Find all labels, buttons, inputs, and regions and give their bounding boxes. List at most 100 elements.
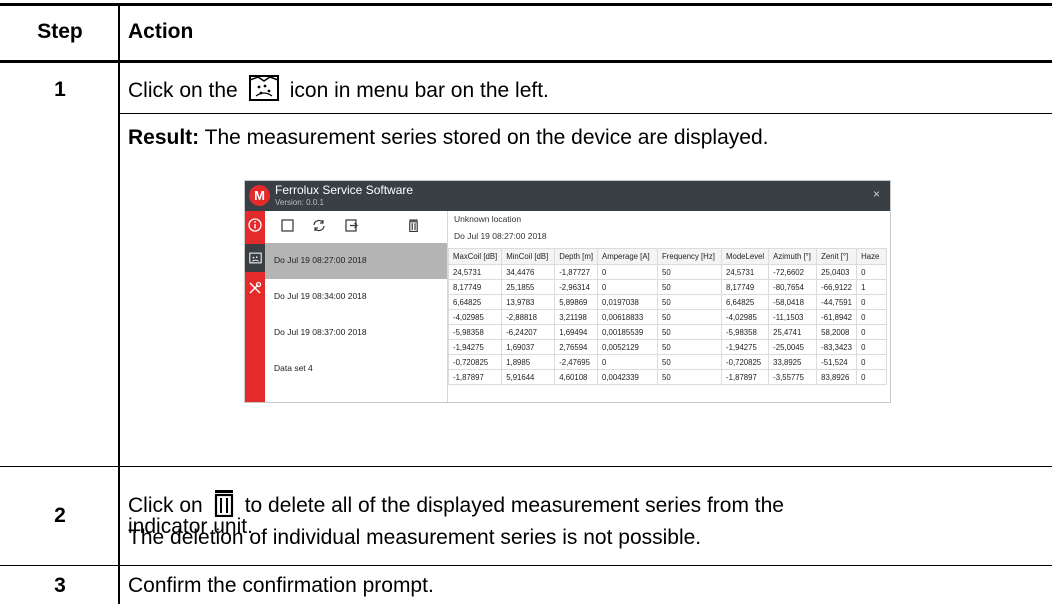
column-header[interactable]: ModeLevel bbox=[721, 248, 770, 265]
table-cell: 50 bbox=[657, 279, 723, 295]
result-text: The measurement series stored on the dev… bbox=[204, 126, 769, 149]
table-cell: 0 bbox=[597, 279, 659, 295]
column-header[interactable]: MinCoil [dB] bbox=[501, 248, 556, 265]
column-header[interactable]: Azimuth [°] bbox=[768, 248, 818, 265]
app-title: Ferrolux Service Software bbox=[275, 183, 414, 197]
nav-measurement-series[interactable] bbox=[245, 244, 265, 272]
table-cell: -1,94275 bbox=[447, 339, 503, 355]
table-cell: -44,7591 bbox=[816, 294, 858, 310]
table-cell: -0,720825 bbox=[447, 354, 503, 370]
table-cell: 0 bbox=[856, 294, 888, 310]
nav-info[interactable] bbox=[245, 211, 265, 239]
table-cell: -2,47695 bbox=[554, 354, 599, 370]
column-header[interactable]: Zenit [°] bbox=[816, 248, 858, 265]
table-cell: 5,89869 bbox=[554, 294, 599, 310]
column-header[interactable]: Frequency [Hz] bbox=[657, 248, 723, 265]
table-row[interactable]: -0,720825 1,8985 -2,47695 0 50 -0,720825 33,89… bbox=[447, 354, 888, 370]
dataset-item[interactable]: Data set 4 bbox=[265, 351, 447, 387]
refresh-icon[interactable] bbox=[312, 219, 326, 232]
table-cell: -0,720825 bbox=[721, 354, 770, 370]
table-cell: 0 bbox=[856, 369, 888, 385]
table-cell: 0,0042339 bbox=[597, 369, 659, 385]
export-icon[interactable] bbox=[345, 219, 358, 232]
table-cell: 4,60108 bbox=[554, 369, 599, 385]
table-cell: -2,88818 bbox=[501, 309, 556, 325]
column-header[interactable]: MaxCoil [dB] bbox=[447, 248, 503, 265]
table-row[interactable]: 8,17749 25,1855 -2,96314 0 50 8,17749 -80,7654… bbox=[447, 279, 888, 295]
close-button[interactable]: × bbox=[873, 187, 880, 201]
column-header[interactable]: Amperage [A] bbox=[597, 248, 659, 265]
app-nav-bar bbox=[245, 211, 265, 402]
step-2-text-after: to delete all of the displayed measureme… bbox=[244, 494, 784, 518]
step-1-text-before: Click on the bbox=[128, 79, 238, 103]
table-cell: 50 bbox=[657, 354, 723, 370]
table-cell: 50 bbox=[657, 294, 723, 310]
table-cell: 8,17749 bbox=[447, 279, 503, 295]
checkbox-icon[interactable] bbox=[281, 219, 294, 232]
table-cell: 83,8926 bbox=[816, 369, 858, 385]
header-bottom-border bbox=[0, 60, 1052, 63]
table-cell: 58,2008 bbox=[816, 324, 858, 340]
table-cell: 34,4476 bbox=[501, 264, 556, 280]
table-cell: -72,6602 bbox=[768, 264, 818, 280]
table-cell: -1,87727 bbox=[554, 264, 599, 280]
table-row[interactable]: -1,94275 1,69037 2,76594 0,0052129 50 -1,9427… bbox=[447, 339, 888, 355]
table-cell: 5,91644 bbox=[501, 369, 556, 385]
table-row[interactable]: 6,64825 13,9783 5,89869 0,0197038 50 6,64825-… bbox=[447, 294, 888, 310]
table-cell: -25,0045 bbox=[768, 339, 818, 355]
step1-bottom-border bbox=[0, 466, 1052, 467]
table-cell: -1,87897 bbox=[721, 369, 770, 385]
table-cell: 1,69494 bbox=[554, 324, 599, 340]
table-cell: 25,1855 bbox=[501, 279, 556, 295]
table-cell: 0 bbox=[856, 324, 888, 340]
dataset-label: Data set 4 bbox=[274, 363, 313, 373]
table-cell: 50 bbox=[657, 339, 723, 355]
table-cell: -5,98358 bbox=[721, 324, 770, 340]
table-cell: -58,0418 bbox=[768, 294, 818, 310]
dataset-item[interactable]: Do Jul 19 08:27:00 2018 bbox=[265, 243, 447, 279]
table-cell: 24,5731 bbox=[447, 264, 503, 280]
table-row[interactable]: -5,98358 -6,24207 1,69494 0,00185539 50 -5,98… bbox=[447, 324, 888, 340]
table-cell: 50 bbox=[657, 324, 723, 340]
table-cell: 1,8985 bbox=[501, 354, 556, 370]
location-label: Unknown location bbox=[454, 214, 522, 224]
nav-tools[interactable] bbox=[245, 274, 265, 302]
table-row[interactable]: -1,87897 5,91644 4,60108 0,0042339 50 -1,8789… bbox=[447, 369, 888, 385]
step-3-instruction: Confirm the confirmation prompt. bbox=[128, 574, 434, 597]
table-cell: -11,1503 bbox=[768, 309, 818, 325]
table-row[interactable]: -4,02985 -2,88818 3,21198 0,00618833 50 -4,02… bbox=[447, 309, 888, 325]
table-cell: 50 bbox=[657, 309, 723, 325]
dataset-item[interactable]: Do Jul 19 08:37:00 2018 bbox=[265, 315, 447, 351]
table-cell: -61,8942 bbox=[816, 309, 858, 325]
table-cell: 0 bbox=[856, 354, 888, 370]
header-step: Step bbox=[37, 20, 83, 43]
table-cell: 6,64825 bbox=[447, 294, 503, 310]
table-row[interactable]: 24,5731 34,4476 -1,87727 0 50 24,5731 -72,6602… bbox=[447, 264, 888, 280]
dataset-label: Do Jul 19 08:37:00 2018 bbox=[274, 327, 367, 337]
table-cell: 0,00618833 bbox=[597, 309, 659, 325]
table-cell: -2,96314 bbox=[554, 279, 599, 295]
step-1-number: 1 bbox=[54, 78, 66, 101]
step1-divider bbox=[120, 113, 1052, 114]
map-icon bbox=[248, 74, 280, 109]
table-cell: 0 bbox=[856, 339, 888, 355]
step-2-note: The deletion of individual measurement s… bbox=[128, 526, 702, 549]
column-header[interactable]: Depth [m] bbox=[554, 248, 599, 265]
table-cell: 3,21198 bbox=[554, 309, 599, 325]
table-cell: 24,5731 bbox=[721, 264, 770, 280]
measurement-table: MaxCoil [dB] MinCoil [dB] Depth [m] Amperag… bbox=[447, 248, 888, 385]
app-screenshot: M Ferrolux Service Software Version: 0.0… bbox=[244, 180, 891, 403]
step-2-number: 2 bbox=[54, 504, 66, 527]
table-cell: 33,8925 bbox=[768, 354, 818, 370]
dataset-list: Do Jul 19 08:27:00 2018 Do Jul 19 08:34:… bbox=[265, 243, 447, 402]
table-header-row: MaxCoil [dB] MinCoil [dB] Depth [m] Amperag… bbox=[447, 248, 888, 265]
table-cell: 8,17749 bbox=[721, 279, 770, 295]
trash-icon[interactable] bbox=[408, 219, 419, 232]
table-cell: 50 bbox=[657, 264, 723, 280]
table-cell: -3,55775 bbox=[768, 369, 818, 385]
dataset-item[interactable]: Do Jul 19 08:34:00 2018 bbox=[265, 279, 447, 315]
table-cell: -1,94275 bbox=[721, 339, 770, 355]
table-top-border bbox=[0, 3, 1052, 6]
column-header[interactable]: Haze bbox=[856, 248, 888, 265]
dataset-details: Unknown location Do Jul 19 08:27:00 2018… bbox=[447, 211, 890, 402]
